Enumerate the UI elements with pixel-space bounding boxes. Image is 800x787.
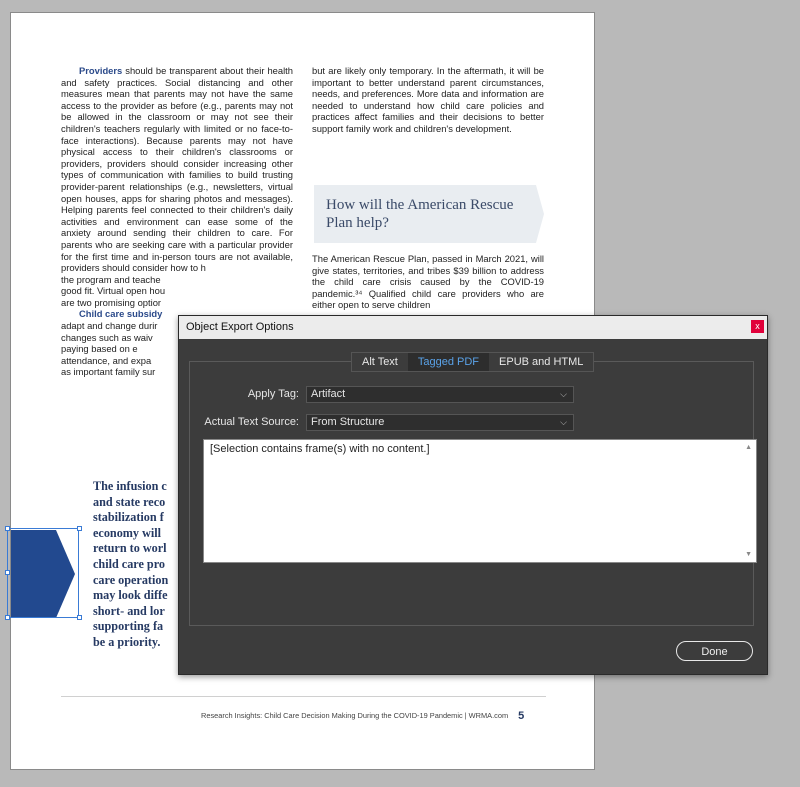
- close-button[interactable]: x: [751, 320, 764, 333]
- text-line: good fit. Virtual open hou: [61, 285, 166, 297]
- footer-divider: [61, 696, 546, 697]
- callout-heading: How will the American Rescue Plan help?: [326, 197, 514, 231]
- tab-epub-and-html[interactable]: EPUB and HTML: [489, 353, 593, 371]
- actual-text-area[interactable]: [Selection contains frame(s) with no con…: [203, 439, 757, 563]
- right-column-bottom-text: The American Rescue Plan, passed in Marc…: [312, 253, 544, 311]
- tab-tagged-pdf[interactable]: Tagged PDF: [407, 353, 490, 371]
- actual-text-source-select[interactable]: From Structure ⌵: [306, 414, 574, 431]
- actual-text-source-value: From Structure: [311, 416, 385, 428]
- object-export-options-dialog: Object Export Options x Alt Text Tagged …: [178, 315, 768, 675]
- apply-tag-value: Artifact: [311, 388, 346, 400]
- footer-text: Research Insights: Child Care Decision M…: [201, 710, 509, 720]
- right-column-top-text: but are likely only temporary. In the af…: [312, 65, 544, 134]
- dialog-title: Object Export Options: [186, 321, 294, 333]
- text-line: are two promising optior: [61, 296, 162, 308]
- page-number: 5: [518, 710, 525, 722]
- selection-handle-mid-left[interactable]: [5, 570, 10, 575]
- scroll-down-icon[interactable]: ▼: [745, 551, 752, 558]
- chevron-down-icon: ⌵: [560, 417, 567, 427]
- apply-tag-select[interactable]: Artifact ⌵: [306, 386, 574, 403]
- selection-handle-top-left[interactable]: [5, 526, 10, 531]
- scroll-up-icon[interactable]: ▲: [745, 444, 752, 451]
- lead-child-care-subsidy: Child care subsidy: [79, 308, 163, 320]
- paragraph-text: should be transparent about their health…: [61, 65, 293, 274]
- tab-alt-text[interactable]: Alt Text: [352, 353, 408, 371]
- selection-handle-top-right[interactable]: [77, 526, 82, 531]
- tab-bar: Alt Text Tagged PDF EPUB and HTML: [351, 352, 595, 372]
- chevron-down-icon: ⌵: [560, 389, 567, 399]
- selection-frame[interactable]: [7, 528, 79, 618]
- selection-handle-bottom-right[interactable]: [77, 615, 82, 620]
- section-callout: How will the American Rescue Plan help?: [314, 185, 544, 243]
- lead-providers: Providers: [79, 65, 123, 76]
- textarea-value: [Selection contains frame(s) with no con…: [210, 443, 430, 455]
- selection-handle-bottom-left[interactable]: [5, 615, 10, 620]
- callout-notch: [530, 185, 544, 243]
- dialog-titlebar[interactable]: Object Export Options x: [179, 316, 767, 339]
- text-line: the program and teache: [61, 273, 161, 285]
- done-button[interactable]: Done: [676, 641, 753, 661]
- workspace-canvas: Providers should be transparent about th…: [0, 0, 800, 787]
- apply-tag-label: Apply Tag:: [247, 388, 299, 400]
- page-footer: Research Insights: Child Care Decision M…: [201, 710, 524, 722]
- paragraph-providers: Providers should be transparent about th…: [61, 65, 293, 274]
- actual-text-source-label: Actual Text Source:: [204, 416, 299, 428]
